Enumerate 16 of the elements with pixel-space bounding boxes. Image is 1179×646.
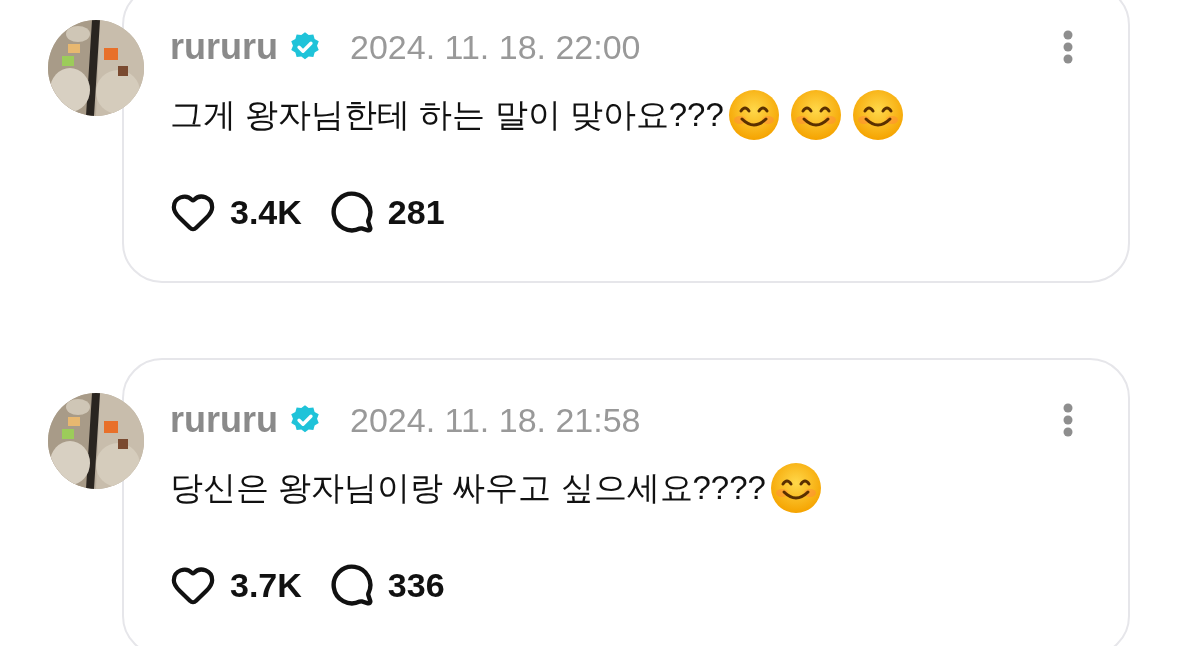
reply-button[interactable]: 336 bbox=[329, 563, 445, 607]
smiling-face-icon bbox=[769, 462, 822, 514]
post-date: 2024. 11. 18. 21:58 bbox=[350, 400, 641, 440]
smiling-face-icon bbox=[727, 89, 780, 141]
smiling-face-icon bbox=[851, 89, 904, 141]
speech-bubble-icon bbox=[329, 190, 374, 234]
vertical-dots-icon bbox=[1063, 30, 1073, 64]
post-text: 당신은 왕자님이랑 싸우고 싶으세요???? bbox=[170, 467, 766, 508]
like-button[interactable]: 3.7K bbox=[170, 562, 302, 608]
speech-bubble-icon bbox=[329, 563, 374, 607]
reply-button[interactable]: 281 bbox=[329, 190, 445, 234]
like-button[interactable]: 3.4K bbox=[170, 189, 302, 235]
vertical-dots-icon bbox=[1063, 403, 1073, 437]
post-date: 2024. 11. 18. 22:00 bbox=[350, 27, 641, 67]
smiling-face-icon bbox=[789, 89, 842, 141]
post-text: 그게 왕자님한테 하는 말이 맞아요??? bbox=[170, 94, 724, 135]
